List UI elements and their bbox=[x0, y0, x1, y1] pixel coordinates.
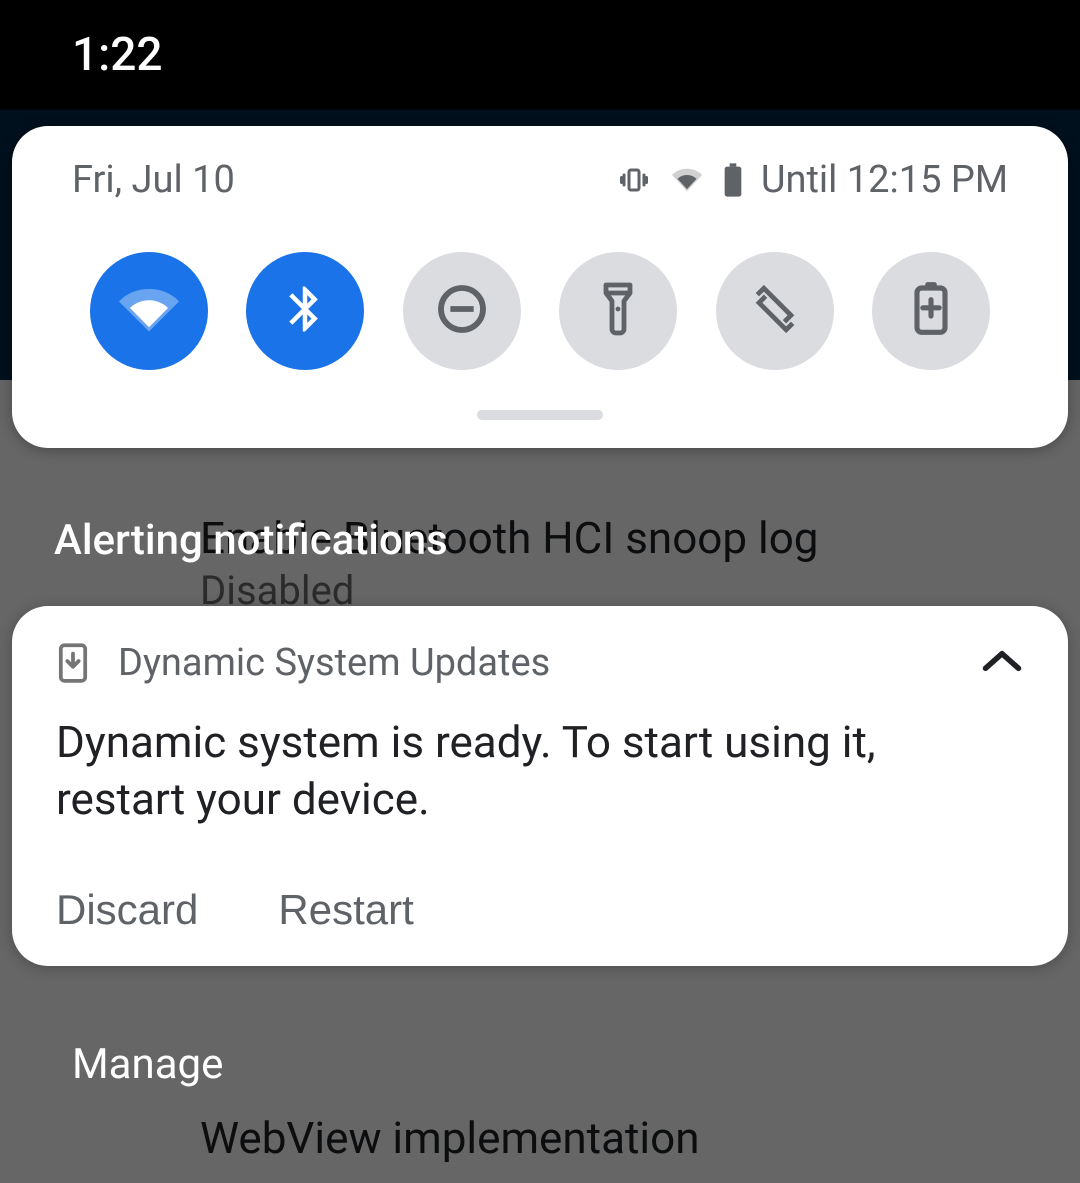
auto-rotate-icon bbox=[746, 280, 804, 342]
qs-tile-auto-rotate[interactable] bbox=[716, 252, 834, 370]
status-bar: 1:22 bbox=[0, 0, 1080, 110]
battery-status-icon bbox=[723, 163, 743, 197]
restart-button[interactable]: Restart bbox=[278, 886, 413, 934]
quick-settings-panel[interactable]: Fri, Jul 10 Until 12:15 PM bbox=[12, 126, 1068, 448]
flashlight-icon bbox=[594, 281, 642, 341]
wifi-icon bbox=[119, 279, 179, 343]
qs-tile-bluetooth[interactable] bbox=[246, 252, 364, 370]
vibrate-icon bbox=[617, 165, 651, 195]
system-update-icon bbox=[56, 640, 90, 686]
notification-header[interactable]: Dynamic System Updates bbox=[56, 640, 1024, 686]
notification-card[interactable]: Dynamic System Updates Dynamic system is… bbox=[12, 606, 1068, 966]
qs-date[interactable]: Fri, Jul 10 bbox=[72, 158, 235, 202]
chevron-up-icon bbox=[980, 641, 1024, 685]
qs-tile-battery-saver[interactable] bbox=[872, 252, 990, 370]
qs-tile-row bbox=[12, 222, 1068, 384]
qs-status-icons: Until 12:15 PM bbox=[617, 158, 1008, 202]
notification-app-name: Dynamic System Updates bbox=[118, 641, 550, 685]
collapse-button[interactable] bbox=[980, 641, 1024, 685]
qs-tile-dnd[interactable] bbox=[403, 252, 521, 370]
qs-tile-flashlight[interactable] bbox=[559, 252, 677, 370]
qs-header: Fri, Jul 10 Until 12:15 PM bbox=[12, 126, 1068, 222]
status-time: 1:22 bbox=[72, 28, 163, 82]
wifi-status-icon bbox=[669, 165, 705, 195]
notification-actions: Discard Restart bbox=[56, 886, 1024, 934]
battery-saver-icon bbox=[911, 281, 951, 341]
battery-estimate-text[interactable]: Until 12:15 PM bbox=[761, 158, 1008, 202]
manage-notifications-button[interactable]: Manage bbox=[72, 1040, 223, 1089]
discard-button[interactable]: Discard bbox=[56, 886, 198, 934]
qs-expand-handle[interactable] bbox=[477, 410, 603, 420]
qs-tile-wifi[interactable] bbox=[90, 252, 208, 370]
bluetooth-icon bbox=[278, 282, 332, 340]
do-not-disturb-icon bbox=[434, 281, 490, 341]
alerting-section-header: Alerting notifications bbox=[54, 516, 448, 565]
notification-body: Dynamic system is ready. To start using … bbox=[56, 714, 1024, 828]
